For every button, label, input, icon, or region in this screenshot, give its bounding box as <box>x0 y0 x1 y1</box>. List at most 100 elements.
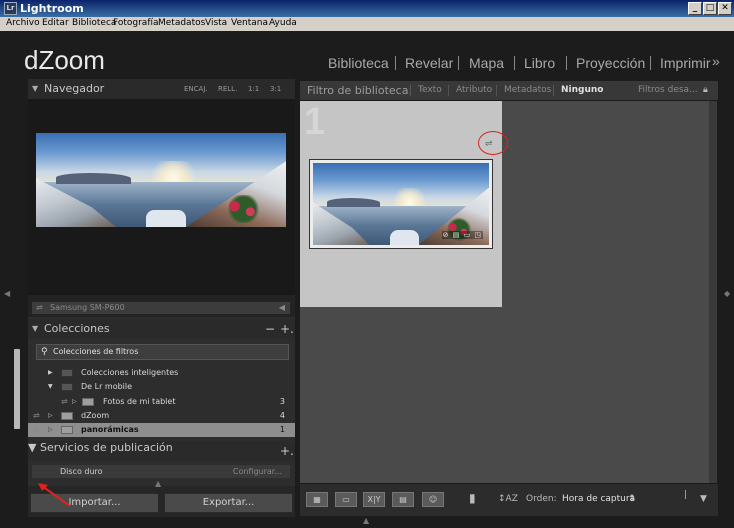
loupe-view-button[interactable]: ▭ <box>335 492 357 507</box>
collection-row[interactable]: ⇌ ▷ Fotos de mi tablet 3 <box>28 395 295 409</box>
expand-triangle-icon[interactable]: ▷ <box>48 426 53 433</box>
collection-icon <box>82 398 94 406</box>
expand-triangle-icon[interactable]: ▷ <box>48 412 53 419</box>
filter-preset-dropdown[interactable]: Filtros desa... <box>638 85 698 95</box>
expand-arrow-icon[interactable]: ◀ <box>279 303 285 312</box>
sort-dropdown[interactable]: Hora de captura ⇕ <box>558 492 638 508</box>
collection-label: Fotos de mi tablet <box>103 397 176 406</box>
collapse-triangle-icon[interactable]: ▼ <box>32 324 38 333</box>
lock-icon[interactable]: 🔒︎ <box>703 85 708 95</box>
maximize-button[interactable]: □ <box>703 2 717 15</box>
module-proyeccion[interactable]: Proyección <box>576 55 645 71</box>
window-title: Lightroom <box>20 2 84 15</box>
module-separator <box>458 56 459 70</box>
collapse-triangle-icon[interactable]: ▼ <box>32 84 38 93</box>
publish-disk-row[interactable]: Disco duro Configurar... <box>32 465 290 478</box>
navigator-3to1-option[interactable]: 3:1 <box>270 85 281 93</box>
grid-scrollbar[interactable] <box>709 101 717 507</box>
disk-label: Disco duro <box>60 467 103 476</box>
expand-triangle-icon[interactable]: ▷ <box>72 398 77 405</box>
module-libro[interactable]: Libro <box>524 55 555 71</box>
menu-biblioteca[interactable]: Biblioteca <box>72 18 116 28</box>
toolbar-divider: | <box>684 490 688 500</box>
search-icon: ⚲ <box>41 347 48 357</box>
people-view-button[interactable]: ☺ <box>422 492 444 507</box>
navigator-1to1-option[interactable]: 1:1 <box>248 85 259 93</box>
menu-ayuda[interactable]: Ayuda <box>269 18 297 28</box>
module-biblioteca[interactable]: Biblioteca <box>328 55 389 71</box>
toolbar-menu-icon[interactable]: ▼ <box>700 494 707 504</box>
module-imprimir[interactable]: Imprimir <box>660 55 711 71</box>
left-panel-toggle-icon[interactable]: ◀ <box>4 289 10 298</box>
lightroom-app: dZoom Biblioteca Revelar Mapa Libro Proy… <box>0 31 734 528</box>
collection-label: Colecciones inteligentes <box>81 368 179 377</box>
navigator-preview[interactable] <box>28 99 295 295</box>
sync-icon[interactable]: ⇌ <box>33 411 40 420</box>
menu-vista[interactable]: Vista <box>205 18 227 28</box>
collections-minus-button[interactable]: − <box>265 322 275 336</box>
sync-icon: ⇌ <box>61 397 68 406</box>
panel-collapse-icon[interactable]: ▲ <box>155 479 161 488</box>
cell-index: 1 <box>304 101 326 143</box>
menu-archivo[interactable]: Archivo <box>6 18 40 28</box>
filter-text-option[interactable]: Texto <box>418 85 442 95</box>
configure-link[interactable]: Configurar... <box>233 467 282 476</box>
sort-direction-icon[interactable]: ↕AZ <box>498 494 518 504</box>
module-separator <box>566 56 567 70</box>
minimize-button[interactable]: _ <box>688 2 702 15</box>
device-row[interactable]: ⇌ Samsung SM-P600 ◀ <box>32 302 290 314</box>
filter-placeholder: Colecciones de filtros <box>53 347 139 356</box>
spray-can-icon[interactable]: ▮ <box>469 491 476 505</box>
identity-plate: dZoom <box>24 45 105 75</box>
collections-header[interactable]: ▼ Colecciones − +. <box>28 319 295 339</box>
export-button[interactable]: Exportar... <box>164 493 293 513</box>
close-button[interactable]: ✕ <box>718 2 732 15</box>
filter-metadata-option[interactable]: Metadatos <box>504 85 551 95</box>
filter-none-option[interactable]: Ninguno <box>561 85 603 95</box>
filter-separator <box>553 85 554 96</box>
publish-services-header[interactable]: ▼ Servicios de publicación +. <box>28 441 295 461</box>
collection-icon <box>61 412 73 420</box>
sync-icon[interactable]: ⇌ <box>33 425 40 434</box>
filter-separator <box>448 85 449 96</box>
navigator-fill-option[interactable]: RELL. <box>218 85 237 93</box>
sort-label: Orden: <box>526 494 557 504</box>
grid-view-button[interactable]: ▦ <box>306 492 328 507</box>
module-overflow-icon[interactable]: » <box>712 53 720 69</box>
menu-bar: Archivo Editar Biblioteca Fotografía Met… <box>0 17 734 31</box>
navigator-title: Navegador <box>44 82 105 95</box>
library-filter-title: Filtro de biblioteca: <box>307 84 413 97</box>
compare-view-button[interactable]: X|Y <box>363 492 385 507</box>
filmstrip-toggle-icon[interactable]: ▲ <box>363 516 369 525</box>
collapse-triangle-icon[interactable]: ▼ <box>48 383 53 390</box>
grid-cell[interactable]: 1 ⊘ ▤ ▭ ◳ ⇌ <box>300 101 508 307</box>
publish-add-button[interactable]: +. <box>280 444 294 458</box>
sort-value: Hora de captura <box>562 494 636 504</box>
module-mapa[interactable]: Mapa <box>469 55 504 71</box>
survey-view-button[interactable]: ▤ <box>392 492 414 507</box>
dropdown-arrow-icon: ⇕ <box>628 494 636 504</box>
menu-ventana[interactable]: Ventana <box>231 18 268 28</box>
collection-row[interactable]: ⇌ ▷ dZoom 4 <box>28 409 295 423</box>
expand-triangle-icon[interactable]: ▶ <box>48 369 53 376</box>
left-panel-scrollbar[interactable] <box>14 349 20 429</box>
menu-editar[interactable]: Editar <box>42 18 69 28</box>
filter-attribute-option[interactable]: Atributo <box>456 85 492 95</box>
grid-view: 1 ⊘ ▤ ▭ ◳ ⇌ <box>300 101 709 507</box>
navigator-fit-option[interactable]: ENCAJ. <box>184 85 208 93</box>
thumbnail-frame[interactable]: ⊘ ▤ ▭ ◳ <box>309 159 493 249</box>
menu-metadatos[interactable]: Metadatos <box>158 18 205 28</box>
left-panel: ▼ Navegador ENCAJ. RELL. 1:1 3:1 ⇌ Samsu… <box>28 79 295 517</box>
collapse-triangle-icon[interactable]: ▼ <box>28 441 36 454</box>
collections-filter-input[interactable]: ⚲ Colecciones de filtros <box>36 344 289 360</box>
thumbnail-photo[interactable]: ⊘ ▤ ▭ ◳ <box>313 163 489 245</box>
thumbnail-badges-icon[interactable]: ⊘ ▤ ▭ ◳ <box>441 231 483 239</box>
navigator-header[interactable]: ▼ Navegador ENCAJ. RELL. 1:1 3:1 <box>28 79 295 99</box>
collection-row-selected[interactable]: ⇌ ▷ panorámicas 1 <box>28 423 295 437</box>
module-revelar[interactable]: Revelar <box>405 55 453 71</box>
collection-set-row[interactable]: ▶ Colecciones inteligentes <box>28 366 295 380</box>
menu-fotografia[interactable]: Fotografía <box>113 18 159 28</box>
collections-add-button[interactable]: +. <box>280 322 294 336</box>
right-panel-toggle-icon[interactable]: ◆ <box>724 289 730 298</box>
collection-set-row[interactable]: ▼ De Lr mobile <box>28 380 295 394</box>
